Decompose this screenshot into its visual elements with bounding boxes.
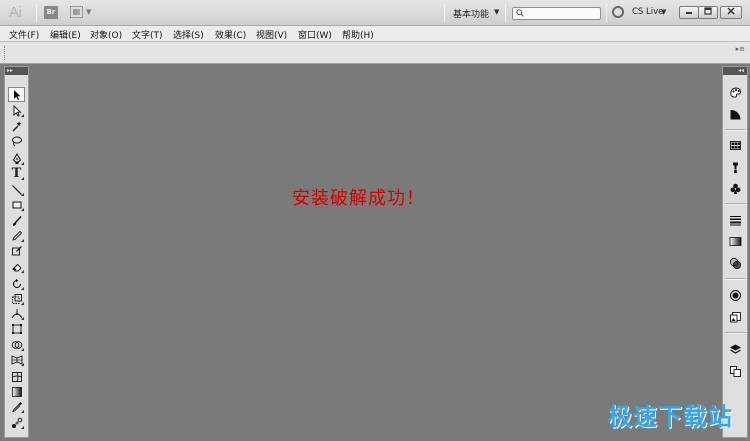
gradient-tool-icon[interactable] [8, 384, 25, 399]
brushes-panel-icon[interactable] [727, 159, 744, 175]
eyedropper-tool-icon[interactable] [8, 399, 25, 414]
control-bar: ▸≡ [0, 42, 750, 64]
tools-collapse-button[interactable]: ▸▸ [5, 67, 28, 75]
paintbrush-tool-icon[interactable] [8, 213, 25, 228]
eraser-tool-icon[interactable] [8, 259, 25, 274]
app-logo: Ai [9, 4, 22, 21]
chevron-down-icon[interactable]: ▼ [661, 8, 666, 16]
title-separator [606, 4, 607, 22]
grip-handle[interactable] [4, 46, 6, 60]
minimize-button[interactable] [679, 6, 699, 19]
width-tool-icon[interactable] [8, 306, 25, 321]
tools-panel: ▸▸ T [4, 66, 29, 438]
title-separator [36, 4, 37, 22]
restore-button[interactable] [698, 6, 718, 19]
stroke-panel-icon[interactable] [727, 212, 744, 228]
dock-separator [725, 278, 746, 280]
direct-selection-tool-icon[interactable] [8, 103, 25, 118]
swatches-panel-icon[interactable] [727, 137, 744, 153]
rotate-tool-icon[interactable] [8, 276, 25, 291]
title-bar: Ai Br ▼ 基本功能 ▼ CS Live ▼ [0, 0, 750, 26]
menu-select[interactable]: 选择(S) [173, 28, 204, 41]
line-segment-tool-icon[interactable] [8, 182, 25, 197]
close-icon [727, 7, 735, 15]
menu-window[interactable]: 窗口(W) [298, 28, 332, 41]
pen-tool-icon[interactable] [8, 151, 25, 166]
close-button[interactable] [720, 6, 742, 19]
color-panel-icon[interactable] [727, 84, 744, 100]
restore-icon [704, 7, 712, 15]
lasso-tool-icon[interactable] [8, 133, 25, 148]
menu-file[interactable]: 文件(F) [9, 28, 39, 41]
arrange-documents-icon[interactable] [70, 6, 83, 18]
workspace-switcher[interactable]: 基本功能 [453, 7, 489, 20]
search-input[interactable] [512, 7, 601, 20]
magic-wand-tool-icon[interactable] [8, 118, 25, 133]
artboards-panel-icon[interactable] [727, 363, 744, 379]
cs-live-icon[interactable] [612, 6, 624, 18]
panel-menu-icon[interactable]: ▸≡ [736, 45, 745, 53]
color-guide-panel-icon[interactable] [727, 106, 744, 122]
gradient-panel-icon[interactable] [727, 233, 744, 249]
appearance-panel-icon[interactable] [727, 287, 744, 303]
site-watermark: 极速下载站 [608, 403, 733, 431]
rectangle-tool-icon[interactable] [8, 197, 25, 212]
success-message: 安装破解成功！ [292, 188, 425, 209]
menu-edit[interactable]: 编辑(E) [50, 28, 81, 41]
illustrator-window: Ai Br ▼ 基本功能 ▼ CS Live ▼ 文件(F) 编辑(E) 对象(… [0, 0, 750, 441]
dock-separator [725, 129, 746, 131]
transparency-panel-icon[interactable] [727, 255, 744, 271]
selection-tool-icon[interactable] [8, 87, 25, 102]
chevron-down-icon[interactable]: ▼ [86, 8, 91, 16]
menu-view[interactable]: 视图(V) [256, 28, 287, 41]
type-tool-icon[interactable]: T [8, 166, 25, 181]
mesh-tool-icon[interactable] [8, 369, 25, 384]
layers-panel-icon[interactable] [727, 341, 744, 357]
minimize-icon [686, 12, 692, 14]
blend-tool-icon[interactable] [8, 415, 25, 430]
free-transform-tool-icon[interactable] [8, 321, 25, 336]
symbols-panel-icon[interactable] [727, 180, 744, 196]
bridge-button[interactable]: Br [44, 6, 58, 19]
search-icon [516, 9, 524, 17]
cs-live-button[interactable]: CS Live [632, 7, 663, 17]
scale-tool-icon[interactable] [8, 291, 25, 306]
shape-builder-tool-icon[interactable] [8, 337, 25, 352]
menu-type[interactable]: 文字(T) [132, 28, 163, 41]
title-separator [444, 4, 445, 22]
dock-separator [725, 203, 746, 205]
perspective-grid-tool-icon[interactable] [8, 352, 25, 367]
menu-help[interactable]: 帮助(H) [342, 28, 374, 41]
graphic-styles-panel-icon[interactable] [727, 309, 744, 325]
menu-object[interactable]: 对象(O) [90, 28, 122, 41]
dock-expand-button[interactable]: ◂◂ [723, 67, 747, 75]
chevron-down-icon[interactable]: ▼ [494, 8, 499, 16]
dock-separator [725, 332, 746, 334]
menu-bar: 文件(F) 编辑(E) 对象(O) 文字(T) 选择(S) 效果(C) 视图(V… [0, 26, 750, 42]
title-separator [505, 4, 506, 22]
menu-effect[interactable]: 效果(C) [215, 28, 246, 41]
pencil-tool-icon[interactable] [8, 228, 25, 243]
panel-dock: ◂◂ [722, 66, 748, 438]
blob-brush-tool-icon[interactable] [8, 243, 25, 258]
